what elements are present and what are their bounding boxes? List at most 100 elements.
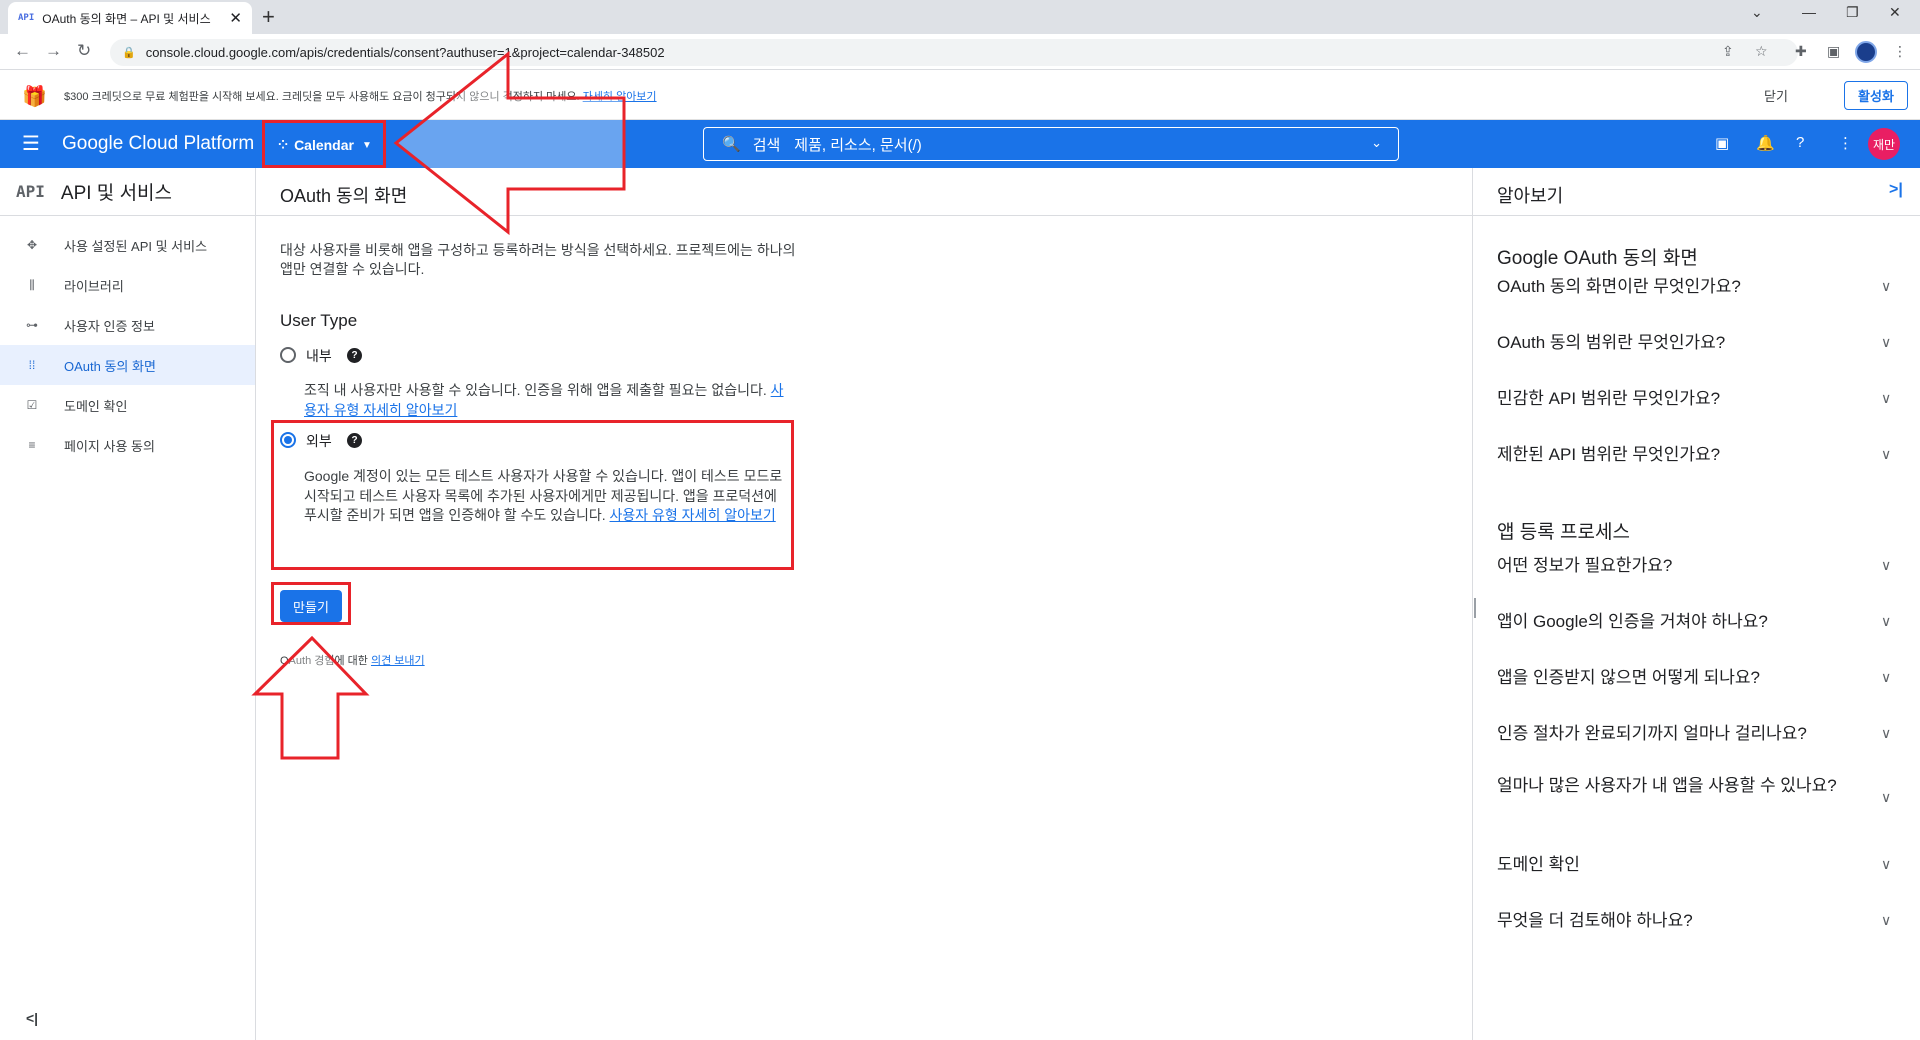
settings-list-icon: ≡ [28,438,36,452]
address-bar-row: ← → ↻ 🔒 console.cloud.google.com/apis/cr… [0,34,1920,70]
profile-avatar[interactable] [1855,41,1877,63]
chevron-down-icon[interactable]: ∨ [1881,725,1891,742]
chevron-down-icon[interactable]: ∨ [1881,390,1891,407]
reload-icon[interactable]: ↻ [77,41,91,61]
more-vert-icon[interactable]: ⋮ [1838,134,1853,152]
browser-tab-strip: API OAuth 동의 화면 – API 및 서비스 ✕ + ⌄ — ❐ ✕ [0,0,1920,34]
key-icon: ⊶ [26,318,38,332]
chevron-down-icon[interactable]: ∨ [1881,446,1891,463]
section-heading: Google OAuth 동의 화면 [1497,248,1698,269]
dismiss-button[interactable]: 닫기 [1764,86,1788,105]
sidebar-item-label: 도메인 확인 [64,398,128,414]
main-content: OAuth 동의 화면 대상 사용자를 비롯해 앱을 구성하고 등록하려는 방식… [256,168,1472,1040]
sidebar-item-enabled-apis[interactable]: ✥ 사용 설정된 API 및 서비스 [0,225,255,265]
sidebar-item-label: 라이브러리 [64,278,124,294]
bookmark-star-icon[interactable]: ☆ [1755,43,1768,60]
faq-item[interactable]: OAuth 동의 범위란 무엇인가요? [1497,330,1897,355]
faq-item[interactable]: 어떤 정보가 필요한가요? [1497,553,1897,578]
faq-item[interactable]: OAuth 동의 화면이란 무엇인가요? [1497,274,1897,299]
feedback-line: OAuth 경험에 대한 의견 보내기 [280,652,425,668]
forward-icon[interactable]: → [45,41,62,61]
intro-text: 대상 사용자를 비롯해 앱을 구성하고 등록하려는 방식을 선택하세요. 프로젝… [280,242,796,277]
tab-search-chevron-icon[interactable]: ⌄ [1751,4,1763,21]
nav-title: API 및 서비스 [60,183,173,204]
chevron-down-icon[interactable]: ∨ [1881,912,1891,929]
browser-menu-icon[interactable]: ⋮ [1893,43,1907,60]
sidebar-item-oauth-consent[interactable]: ⁞⁞ OAuth 동의 화면 [0,345,255,385]
banner-learn-more-link[interactable]: 자세히 알아보기 [583,91,657,103]
faq-item[interactable]: 민감한 API 범위란 무엇인가요? [1497,386,1897,411]
send-feedback-link[interactable]: 의견 보내기 [371,655,425,667]
free-trial-banner: 🎁 $300 크레딧으로 무료 체험판을 시작해 보세요. 크레딧을 모두 사용… [0,70,1920,120]
chevron-down-icon[interactable]: ∨ [1881,669,1891,686]
internal-label[interactable]: 내부 [306,346,332,366]
annotation-box-external [271,420,794,570]
minimize-icon[interactable]: — [1802,4,1816,20]
new-tab-button[interactable]: + [262,4,275,30]
collapse-nav-icon[interactable]: <| [26,1010,38,1026]
notifications-icon[interactable]: 🔔 [1756,134,1775,152]
window-close-icon[interactable]: ✕ [1889,4,1901,21]
chevron-down-icon[interactable]: ∨ [1881,557,1891,574]
help-icon[interactable]: ? [347,348,362,363]
extensions-icon[interactable]: ✚ [1795,43,1807,60]
section-heading: 앱 등록 프로세스 [1497,522,1630,543]
internal-description: 조직 내 사용자만 사용할 수 있습니다. 인증을 위해 앱을 제출할 필요는 … [304,381,784,420]
faq-item[interactable]: 앱이 Google의 인증을 거쳐야 하나요? [1497,609,1897,634]
sidebar-item-label: 페이지 사용 동의 [64,438,155,454]
faq-item[interactable]: 얼마나 많은 사용자가 내 앱을 사용할 수 있나요? [1497,773,1857,798]
annotation-box-project [262,120,386,168]
browser-tab[interactable]: API OAuth 동의 화면 – API 및 서비스 ✕ [8,2,252,34]
help-icon[interactable]: ? [1796,134,1804,151]
sidebar-item-label: OAuth 동의 화면 [64,358,156,374]
chevron-down-icon[interactable]: ∨ [1881,278,1891,295]
sidebar-item-label: 사용 설정된 API 및 서비스 [64,238,208,254]
sidebar-item-library[interactable]: ⫼ 라이브러리 [0,265,255,305]
side-panel-icon[interactable]: ▣ [1827,43,1840,60]
sidebar-item-credentials[interactable]: ⊶ 사용자 인증 정보 [0,305,255,345]
faq-item[interactable]: 인증 절차가 완료되기까지 얼마나 걸리나요? [1497,721,1897,746]
chevron-down-icon[interactable]: ∨ [1881,856,1891,873]
panel-splitter-handle[interactable] [1474,598,1476,618]
diamond-icon: ✥ [26,238,38,252]
chevron-down-icon[interactable]: ∨ [1881,334,1891,351]
share-icon[interactable]: ⇪ [1722,43,1734,60]
gift-icon: 🎁 [22,86,47,108]
gcp-brand[interactable]: Google Cloud Platform [62,133,254,155]
url-field[interactable]: 🔒 console.cloud.google.com/apis/credenti… [110,39,1798,66]
sidebar-item-label: 사용자 인증 정보 [64,318,155,334]
help-panel-header: 알아보기 >| [1473,168,1920,216]
page-title-bar: OAuth 동의 화면 [256,168,1472,216]
help-panel-title: 알아보기 [1497,186,1564,206]
faq-item[interactable]: 제한된 API 범위란 무엇인가요? [1497,442,1897,467]
cloud-shell-icon[interactable]: ▣ [1715,134,1729,152]
faq-item[interactable]: 앱을 인증받지 않으면 어떻게 되나요? [1497,665,1897,690]
internal-radio[interactable] [280,347,296,363]
search-placeholder: 제품, 리소스, 문서(/) [794,136,922,154]
tab-close-icon[interactable]: ✕ [229,9,242,27]
chevron-down-icon[interactable]: ∨ [1881,789,1891,806]
close-panel-icon[interactable]: >| [1889,181,1903,199]
sidebar-item-page-usage-agreements[interactable]: ≡ 페이지 사용 동의 [0,425,255,465]
faq-item[interactable]: 도메인 확인 [1497,852,1897,877]
tab-title: OAuth 동의 화면 – API 및 서비스 [42,11,211,26]
user-type-heading: User Type [280,311,358,330]
activate-button[interactable]: 활성화 [1844,81,1908,110]
search-label: 검색 [752,136,781,154]
chevron-down-icon[interactable]: ⌄ [1371,135,1382,151]
back-icon[interactable]: ← [14,41,31,61]
restore-icon[interactable]: ❐ [1846,4,1859,21]
faq-item[interactable]: 무엇을 더 검토해야 하나요? [1497,908,1897,933]
consent-icon: ⁞⁞ [28,358,36,372]
hamburger-menu-icon[interactable]: ☰ [22,131,40,156]
sidebar-item-domain-verification[interactable]: ☑ 도메인 확인 [0,385,255,425]
account-avatar[interactable]: 재만 [1868,128,1900,160]
help-panel: 알아보기 >| Google OAuth 동의 화면 OAuth 동의 화면이란… [1472,168,1920,1040]
api-logo-icon: API [16,182,45,201]
lock-icon: 🔒 [122,47,136,59]
search-box[interactable]: 🔍 검색 제품, 리소스, 문서(/) ⌄ [703,127,1399,161]
banner-text: $300 크레딧으로 무료 체험판을 시작해 보세요. 크레딧을 모두 사용해도… [64,91,580,103]
chevron-down-icon[interactable]: ∨ [1881,613,1891,630]
library-icon: ⫼ [29,277,35,292]
feedback-prefix: OAuth 경험에 대한 [280,655,368,667]
